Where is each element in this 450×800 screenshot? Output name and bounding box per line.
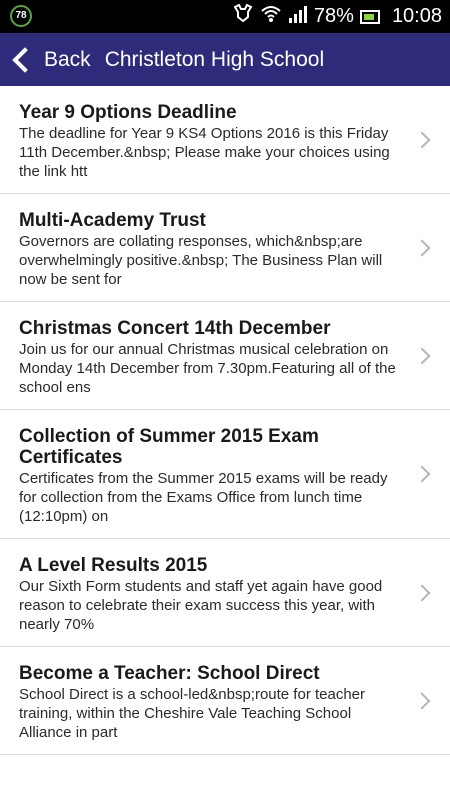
app-bar: Back Christleton High School [0, 33, 450, 86]
chevron-right-icon [413, 239, 431, 256]
news-title: Become a Teacher: School Direct [19, 663, 320, 684]
news-snippet: The deadline for Year 9 KS4 Options 2016… [19, 125, 390, 180]
list-item[interactable]: Multi-Academy Trust Governors are collat… [0, 194, 450, 302]
news-list: Year 9 Options Deadline The deadline for… [0, 86, 450, 800]
news-snippet: School Direct is a school-led&nbsp;route… [19, 686, 366, 741]
back-button[interactable]: Back [0, 33, 101, 86]
news-snippet: Governors are collating responses, which… [19, 233, 383, 288]
news-snippet: Our Sixth Form students and staff yet ag… [19, 578, 383, 633]
chevron-right-icon [413, 692, 431, 709]
news-title: Multi-Academy Trust [19, 210, 206, 231]
alarm-icon [232, 3, 254, 29]
list-item[interactable]: Collection of Summer 2015 Exam Certifica… [0, 410, 450, 539]
chevron-right-icon [413, 465, 431, 483]
battery-icon [359, 9, 380, 24]
status-icons: 78% 10:08 [232, 0, 450, 33]
list-item[interactable]: Year 9 Options Deadline The deadline for… [0, 86, 450, 194]
chevron-right-icon [413, 131, 431, 148]
signal-icon [288, 4, 308, 29]
list-item[interactable]: Christmas Concert 14th December Join us … [0, 302, 450, 410]
wifi-icon [260, 4, 282, 29]
notification-badge: 78 [10, 5, 32, 27]
page-title: Christleton High School [104, 47, 325, 71]
chevron-right-icon [413, 584, 431, 601]
news-title: Year 9 Options Deadline [19, 102, 237, 123]
chevron-left-icon [12, 46, 38, 73]
list-item[interactable]: Become a Teacher: School Direct School D… [0, 647, 450, 755]
status-bar: 78 78% 10:08 [0, 0, 450, 33]
chevron-right-icon [413, 347, 431, 364]
news-title: A Level Results 2015 [19, 555, 208, 576]
clock: 10:08 [391, 5, 442, 27]
news-snippet: Certificates from the Summer 2015 exams … [19, 470, 388, 525]
news-title: Collection of Summer 2015 Exam Certifica… [19, 426, 319, 468]
news-title: Christmas Concert 14th December [19, 318, 331, 339]
battery-percent: 78% [313, 5, 354, 27]
list-item[interactable]: A Level Results 2015 Our Sixth Form stud… [0, 539, 450, 647]
news-snippet: Join us for our annual Christmas musical… [19, 341, 396, 396]
back-label: Back [44, 47, 91, 71]
